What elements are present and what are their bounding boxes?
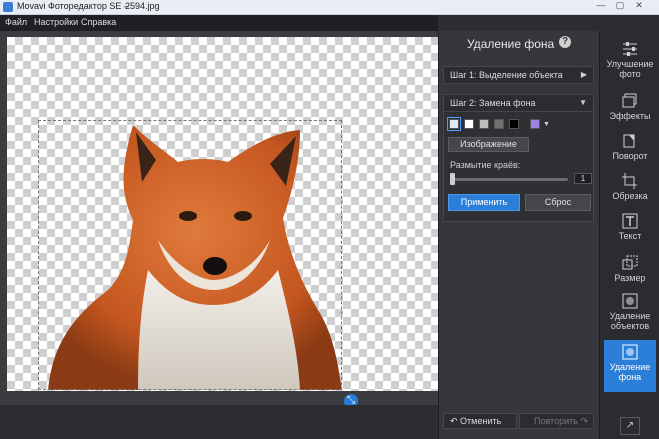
minimize-icon[interactable]: — xyxy=(593,0,609,10)
image-button[interactable]: Изображение xyxy=(448,137,529,152)
help-icon[interactable]: ? xyxy=(559,36,571,48)
undo-label: Отменить xyxy=(460,416,502,426)
close-icon[interactable]: ✕ xyxy=(631,0,647,10)
background-removal-panel: Удаление фона ? Шаг 1: Выделение объекта… xyxy=(438,31,599,439)
tool-rotate[interactable]: Поворот xyxy=(604,133,656,161)
tool-background-removal[interactable]: Удаление фона xyxy=(604,340,656,392)
undo-button[interactable]: ↶ Отменить xyxy=(443,413,517,429)
edge-blur-slider[interactable] xyxy=(452,178,568,181)
crop-icon xyxy=(622,173,637,189)
tool-object-removal[interactable]: Удаление объектов xyxy=(604,293,656,331)
apply-button[interactable]: Применить xyxy=(448,194,520,211)
sliders-icon xyxy=(623,42,637,56)
step2-body: ▼ Изображение Размытие краёв: 1 Применит… xyxy=(443,112,594,222)
panel-title: Удаление фона xyxy=(467,37,555,51)
app-icon xyxy=(3,2,13,12)
tool-enhance[interactable]: Улучшение фото xyxy=(604,41,656,79)
tool-effects[interactable]: Эффекты xyxy=(604,93,656,121)
swatch-black[interactable] xyxy=(509,119,519,129)
step2-label: Шаг 2: Замена фона xyxy=(450,98,536,108)
resize-icon xyxy=(622,255,638,270)
tool-rotate-label: Поворот xyxy=(612,151,648,161)
text-icon xyxy=(622,213,638,229)
undo-icon: ↶ xyxy=(450,416,461,426)
redo-label: Повторить xyxy=(534,416,578,426)
window-title: Movavi Фоторедактор SE – xyxy=(17,1,129,11)
swatch-transparent[interactable] xyxy=(447,117,461,131)
menu-settings[interactable]: Настройки xyxy=(34,17,78,27)
redo-icon: ↷ xyxy=(577,416,588,426)
selection-frame[interactable] xyxy=(38,120,342,390)
tool-enhance-label: Улучшение фото xyxy=(606,59,654,79)
tool-object-removal-label: Удаление объектов xyxy=(609,311,651,331)
effects-icon xyxy=(622,93,637,108)
chevron-down-icon: ▼ xyxy=(579,98,587,107)
tool-resize-label: Размер xyxy=(614,273,646,283)
rotate-icon xyxy=(623,134,635,148)
tool-effects-label: Эффекты xyxy=(609,111,651,121)
swatch-white[interactable] xyxy=(464,119,474,129)
tool-crop-label: Обрезка xyxy=(612,191,648,201)
redo-button[interactable]: Повторить ↷ xyxy=(519,413,594,429)
step2-header[interactable]: Шаг 2: Замена фона ▼ xyxy=(443,94,594,112)
maximize-icon[interactable]: ▢ xyxy=(612,0,628,10)
undo-redo-bar: ↶ Отменить Повторить ↷ xyxy=(443,413,594,429)
tool-crop[interactable]: Обрезка xyxy=(604,173,656,201)
tool-text[interactable]: Текст xyxy=(604,213,656,241)
color-dropdown-icon[interactable]: ▼ xyxy=(543,121,550,128)
tool-resize[interactable]: Размер xyxy=(604,255,656,283)
tool-background-removal-label: Удаление фона xyxy=(609,362,651,382)
step1-label: Шаг 1: Выделение объекта xyxy=(450,70,563,80)
swatch-custom[interactable] xyxy=(530,119,540,129)
menu-file[interactable]: Файл xyxy=(5,17,27,27)
object-removal-icon xyxy=(622,293,638,309)
swatch-gray[interactable] xyxy=(494,119,504,129)
title-bar: Movavi Фоторедактор SE – 2594.jpg — ▢ ✕ xyxy=(0,0,659,15)
edge-blur-label: Размытие краёв: xyxy=(450,160,521,170)
export-icon[interactable]: ↗ xyxy=(620,417,640,435)
menu-bar: Файл Настройки Справка xyxy=(0,15,438,31)
swatch-light-gray[interactable] xyxy=(479,119,489,129)
edge-blur-slider-thumb[interactable] xyxy=(450,173,455,185)
file-name: 2594.jpg xyxy=(125,1,160,11)
tools-sidebar: Улучшение фото Эффекты Поворот Обрезка Т… xyxy=(599,31,659,439)
tool-text-label: Текст xyxy=(618,231,642,241)
chevron-right-icon: ▶ xyxy=(580,70,587,79)
reset-button[interactable]: Сброс xyxy=(525,194,591,211)
step1-header[interactable]: Шаг 1: Выделение объекта ▶ xyxy=(443,66,594,84)
background-removal-icon xyxy=(622,344,638,360)
menu-help[interactable]: Справка xyxy=(81,17,116,27)
edge-blur-value[interactable]: 1 xyxy=(574,173,592,184)
canvas-bottom-bar xyxy=(0,405,438,439)
